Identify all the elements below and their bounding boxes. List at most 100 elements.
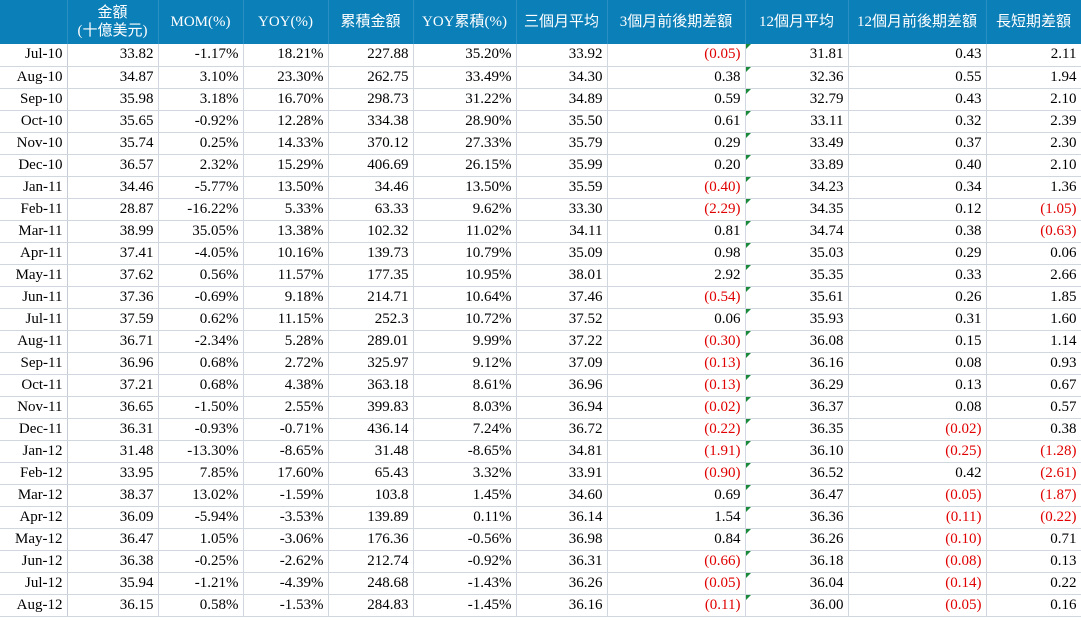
cell-diff12[interactable]: (0.05): [848, 484, 987, 507]
cell-avg3[interactable]: 36.98: [516, 528, 608, 551]
cell-amount[interactable]: 37.41: [67, 242, 159, 265]
cell-yoy[interactable]: -2.62%: [243, 550, 329, 573]
cell-yoy-cum[interactable]: 0.11%: [413, 506, 517, 529]
cell-amount[interactable]: 35.74: [67, 132, 159, 155]
cell-month[interactable]: May-11: [0, 264, 68, 287]
cell-avg3[interactable]: 36.31: [516, 550, 608, 573]
cell-long-short[interactable]: 1.94: [986, 66, 1081, 89]
cell-month[interactable]: Aug-10: [0, 66, 68, 89]
cell-avg12[interactable]: 35.93: [745, 308, 849, 331]
cell-long-short[interactable]: 0.57: [986, 396, 1081, 419]
cell-avg12[interactable]: 36.37: [745, 396, 849, 419]
cell-avg12[interactable]: 34.74: [745, 220, 849, 243]
cell-avg12[interactable]: 36.47: [745, 484, 849, 507]
cell-long-short[interactable]: 0.67: [986, 374, 1081, 397]
cell-diff3[interactable]: (0.40): [607, 176, 746, 199]
cell-cum-amount[interactable]: 102.32: [328, 220, 414, 243]
cell-mom[interactable]: 0.68%: [158, 352, 244, 375]
cell-yoy[interactable]: 11.15%: [243, 308, 329, 331]
cell-month[interactable]: Aug-11: [0, 330, 68, 353]
cell-long-short[interactable]: 2.11: [986, 44, 1081, 67]
cell-month[interactable]: Jan-12: [0, 440, 68, 463]
cell-cum-amount[interactable]: 65.43: [328, 462, 414, 485]
cell-month[interactable]: Oct-10: [0, 110, 68, 133]
header-month[interactable]: [0, 0, 68, 44]
cell-long-short[interactable]: (0.63): [986, 220, 1081, 243]
cell-yoy-cum[interactable]: 28.90%: [413, 110, 517, 133]
cell-long-short[interactable]: (0.22): [986, 506, 1081, 529]
cell-yoy[interactable]: 15.29%: [243, 154, 329, 177]
cell-month[interactable]: Apr-11: [0, 242, 68, 265]
cell-mom[interactable]: -1.50%: [158, 396, 244, 419]
header-long-short[interactable]: 長短期差額: [986, 0, 1081, 44]
cell-yoy-cum[interactable]: 35.20%: [413, 44, 517, 67]
cell-diff3[interactable]: (0.66): [607, 550, 746, 573]
cell-yoy[interactable]: 5.28%: [243, 330, 329, 353]
cell-mom[interactable]: 0.62%: [158, 308, 244, 331]
cell-avg3[interactable]: 33.91: [516, 462, 608, 485]
cell-avg12[interactable]: 36.08: [745, 330, 849, 353]
cell-yoy-cum[interactable]: -0.92%: [413, 550, 517, 573]
cell-avg3[interactable]: 34.30: [516, 66, 608, 89]
cell-avg3[interactable]: 36.96: [516, 374, 608, 397]
cell-month[interactable]: Nov-11: [0, 396, 68, 419]
cell-yoy[interactable]: -1.59%: [243, 484, 329, 507]
cell-yoy-cum[interactable]: 26.15%: [413, 154, 517, 177]
cell-avg12[interactable]: 36.36: [745, 506, 849, 529]
cell-yoy-cum[interactable]: 8.61%: [413, 374, 517, 397]
cell-month[interactable]: Jun-12: [0, 550, 68, 573]
cell-avg3[interactable]: 37.22: [516, 330, 608, 353]
cell-long-short[interactable]: 1.36: [986, 176, 1081, 199]
cell-yoy-cum[interactable]: 10.79%: [413, 242, 517, 265]
cell-diff3[interactable]: 0.98: [607, 242, 746, 265]
cell-diff12[interactable]: 0.12: [848, 198, 987, 221]
cell-diff3[interactable]: 0.29: [607, 132, 746, 155]
cell-mom[interactable]: -16.22%: [158, 198, 244, 221]
cell-avg3[interactable]: 35.09: [516, 242, 608, 265]
cell-long-short[interactable]: 1.14: [986, 330, 1081, 353]
cell-mom[interactable]: -0.25%: [158, 550, 244, 573]
cell-avg12[interactable]: 36.52: [745, 462, 849, 485]
cell-month[interactable]: Oct-11: [0, 374, 68, 397]
cell-amount[interactable]: 36.96: [67, 352, 159, 375]
cell-avg12[interactable]: 33.11: [745, 110, 849, 133]
cell-amount[interactable]: 37.21: [67, 374, 159, 397]
cell-mom[interactable]: 3.10%: [158, 66, 244, 89]
cell-cum-amount[interactable]: 227.88: [328, 44, 414, 67]
cell-diff12[interactable]: (0.10): [848, 528, 987, 551]
cell-diff3[interactable]: 0.61: [607, 110, 746, 133]
cell-long-short[interactable]: 2.10: [986, 88, 1081, 111]
cell-cum-amount[interactable]: 436.14: [328, 418, 414, 441]
cell-avg3[interactable]: 34.81: [516, 440, 608, 463]
cell-diff3[interactable]: 1.54: [607, 506, 746, 529]
cell-avg3[interactable]: 36.72: [516, 418, 608, 441]
cell-diff12[interactable]: (0.14): [848, 572, 987, 595]
cell-diff3[interactable]: 0.38: [607, 66, 746, 89]
cell-diff12[interactable]: 0.32: [848, 110, 987, 133]
cell-mom[interactable]: 3.18%: [158, 88, 244, 111]
cell-avg12[interactable]: 33.49: [745, 132, 849, 155]
cell-yoy[interactable]: -3.53%: [243, 506, 329, 529]
cell-avg12[interactable]: 36.18: [745, 550, 849, 573]
cell-yoy-cum[interactable]: 8.03%: [413, 396, 517, 419]
cell-cum-amount[interactable]: 63.33: [328, 198, 414, 221]
cell-mom[interactable]: 2.32%: [158, 154, 244, 177]
cell-avg12[interactable]: 36.00: [745, 594, 849, 617]
cell-long-short[interactable]: (1.87): [986, 484, 1081, 507]
header-yoy-cum[interactable]: YOY累積(%): [413, 0, 517, 44]
cell-avg12[interactable]: 32.79: [745, 88, 849, 111]
cell-month[interactable]: Jul-12: [0, 572, 68, 595]
header-cum-amount[interactable]: 累積金額: [328, 0, 414, 44]
cell-diff12[interactable]: 0.34: [848, 176, 987, 199]
cell-yoy-cum[interactable]: -0.56%: [413, 528, 517, 551]
cell-amount[interactable]: 35.94: [67, 572, 159, 595]
cell-month[interactable]: May-12: [0, 528, 68, 551]
cell-cum-amount[interactable]: 325.97: [328, 352, 414, 375]
cell-mom[interactable]: -1.17%: [158, 44, 244, 67]
cell-avg3[interactable]: 35.79: [516, 132, 608, 155]
cell-yoy[interactable]: 18.21%: [243, 44, 329, 67]
cell-avg12[interactable]: 33.89: [745, 154, 849, 177]
cell-diff12[interactable]: 0.43: [848, 88, 987, 111]
cell-mom[interactable]: 7.85%: [158, 462, 244, 485]
cell-diff3[interactable]: (0.22): [607, 418, 746, 441]
